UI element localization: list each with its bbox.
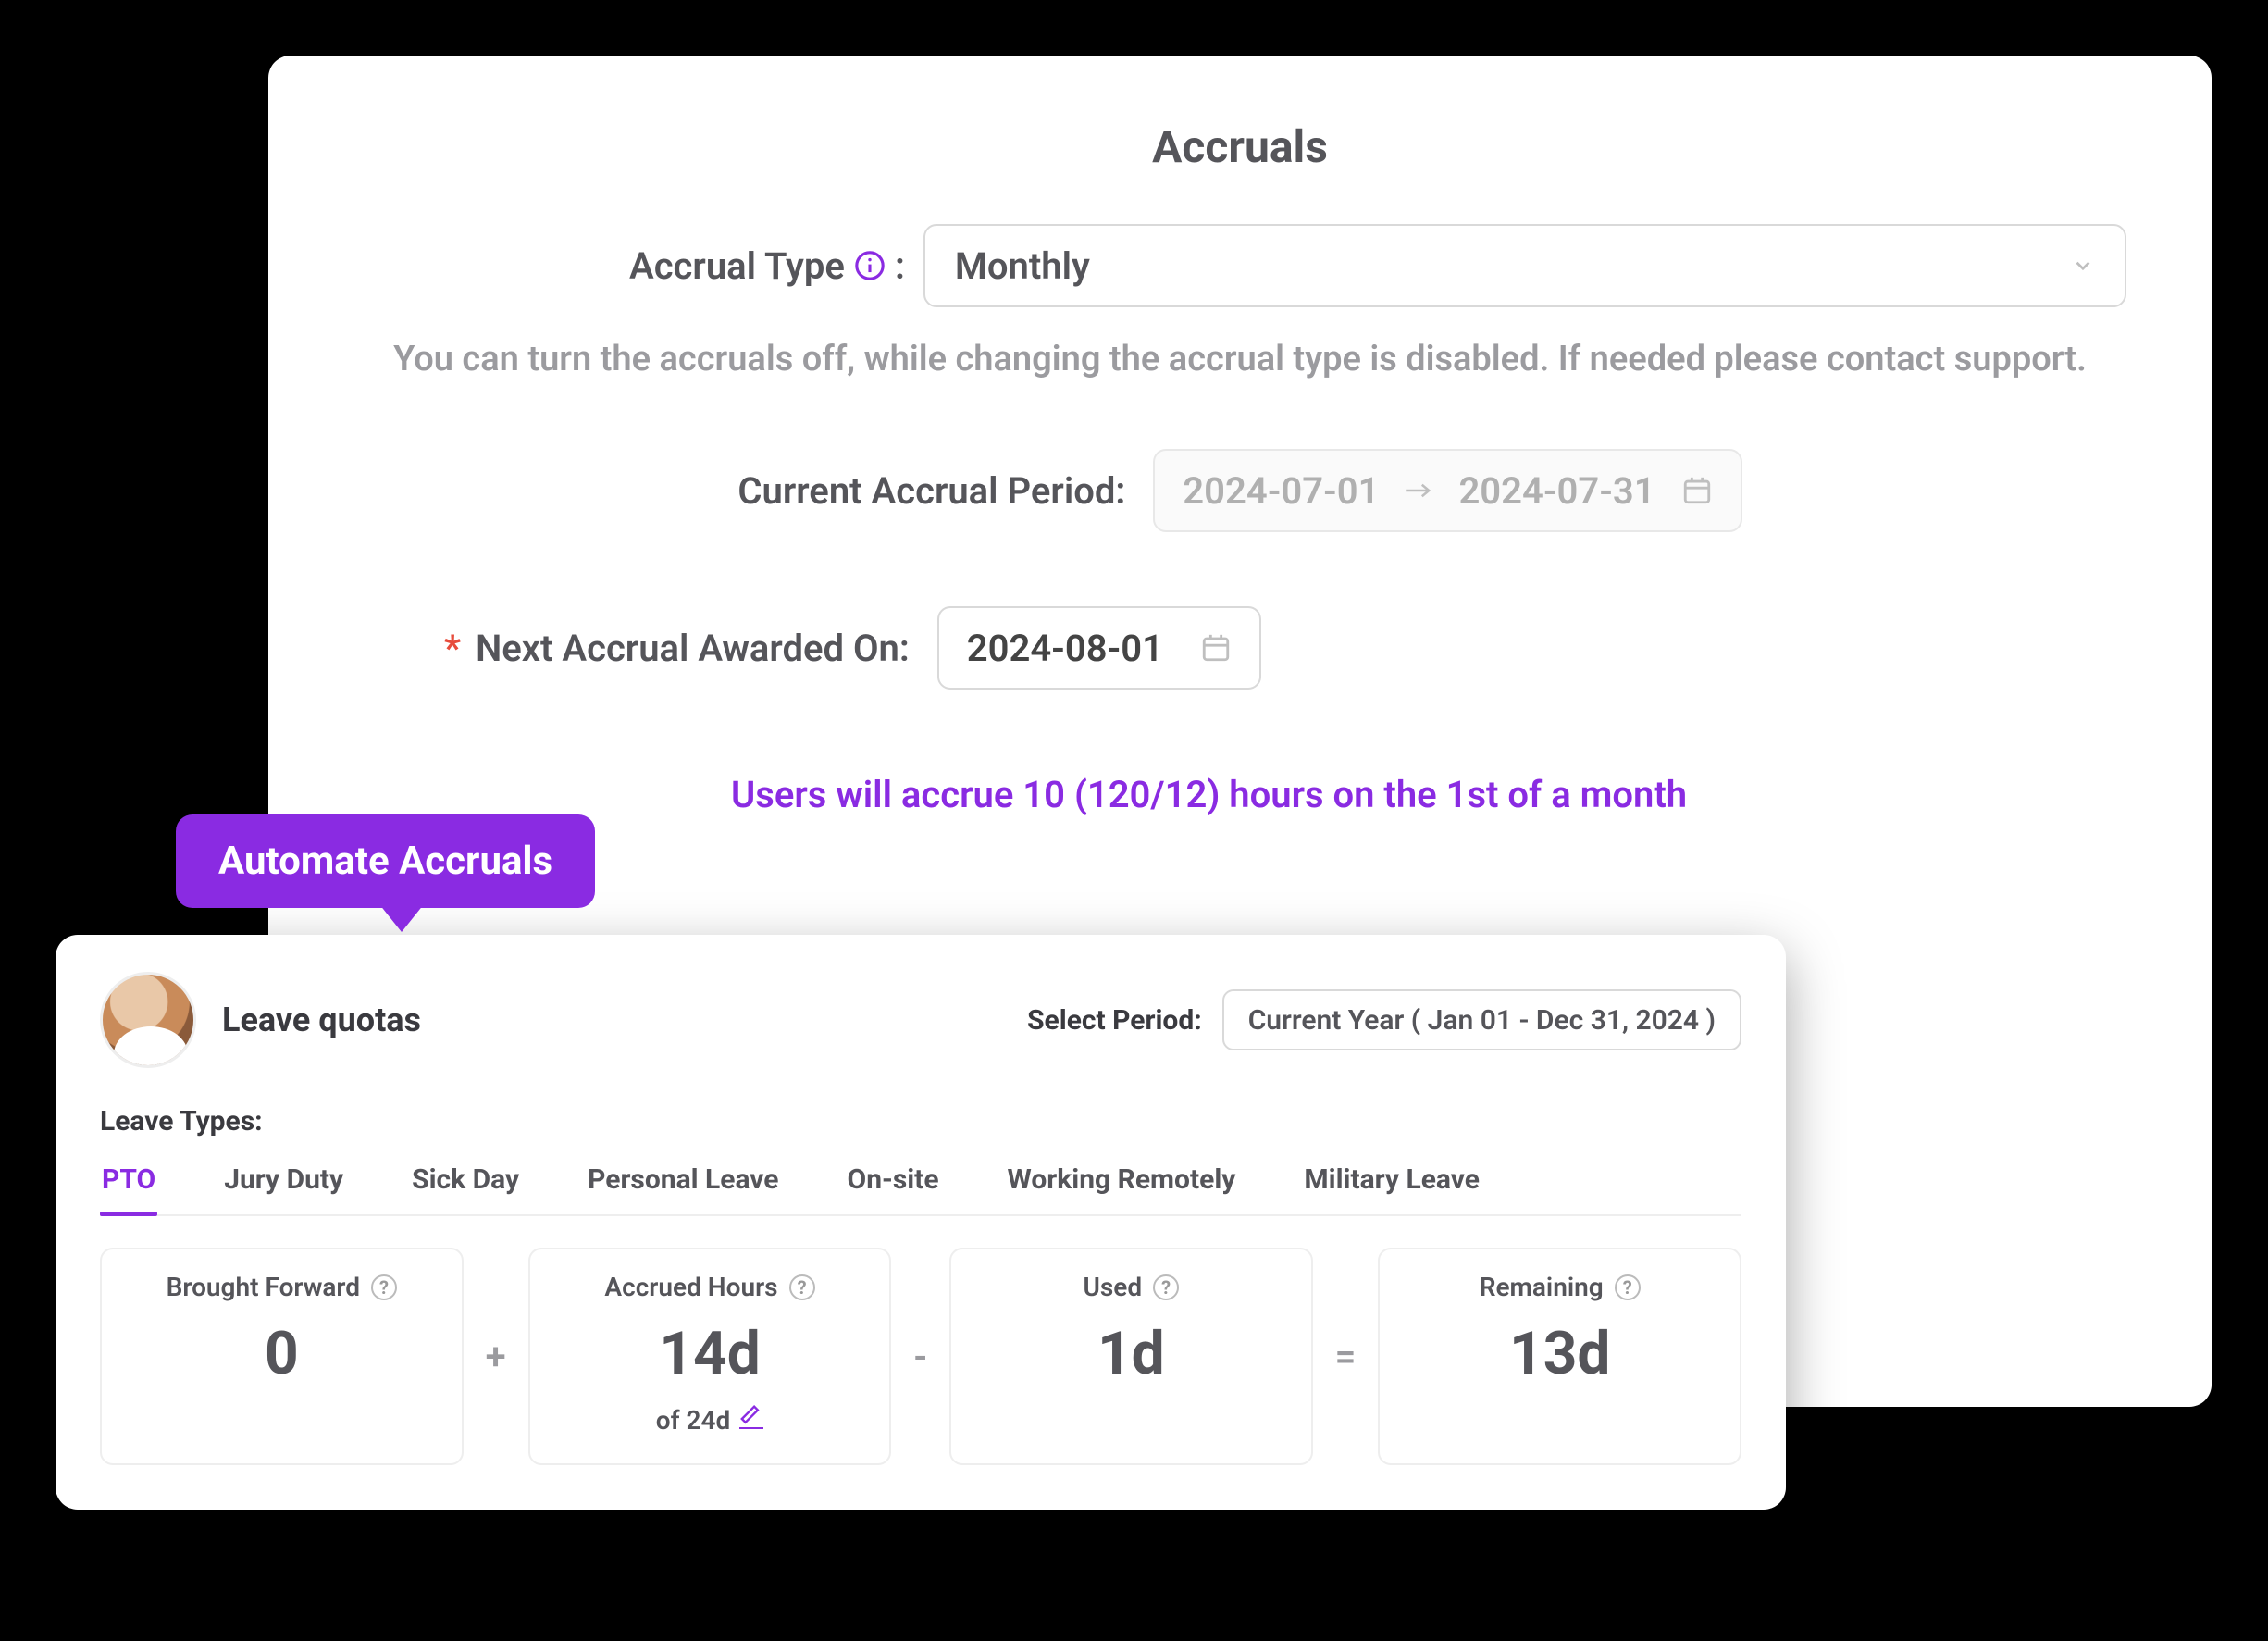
select-period-value: Current Year ( Jan 01 - Dec 31, 2024 ): [1248, 1004, 1716, 1037]
info-icon[interactable]: [854, 250, 886, 281]
next-award-label-text: Next Accrual Awarded On:: [476, 627, 910, 670]
plus-operator: +: [480, 1248, 512, 1465]
stat-bf-value: 0: [265, 1319, 299, 1388]
stats-row: Brought Forward ? 0 + Accrued Hours ? 14…: [100, 1248, 1741, 1465]
accruals-title: Accruals: [342, 120, 2138, 173]
next-award-row: * Next Accrual Awarded On: 2024-08-01: [342, 606, 2138, 690]
arrow-right-icon: [1405, 481, 1432, 500]
tab-pto[interactable]: PTO: [100, 1154, 157, 1214]
colon: :: [895, 244, 905, 288]
equals-operator: =: [1330, 1248, 1362, 1465]
tab-sick-day[interactable]: Sick Day: [410, 1154, 521, 1214]
stat-bf-label: Brought Forward: [167, 1272, 360, 1302]
help-icon[interactable]: ?: [789, 1274, 815, 1300]
quotas-header: Leave quotas Select Period: Current Year…: [100, 972, 1741, 1068]
leave-quotas-title: Leave quotas: [222, 1001, 421, 1039]
leave-type-tabs: PTO Jury Duty Sick Day Personal Leave On…: [100, 1154, 1741, 1216]
tab-jury-duty[interactable]: Jury Duty: [222, 1154, 345, 1214]
current-period-field[interactable]: 2024-07-01 2024-07-31: [1153, 449, 1741, 532]
accrual-type-select[interactable]: Monthly: [923, 224, 2126, 307]
avatar[interactable]: [100, 972, 196, 1068]
stat-used: Used ? 1d: [949, 1248, 1313, 1465]
automate-accruals-tooltip: Automate Accruals: [176, 814, 595, 908]
leave-quotas-card: Leave quotas Select Period: Current Year…: [56, 935, 1786, 1510]
stat-used-label: Used: [1084, 1272, 1143, 1302]
tab-working-remotely[interactable]: Working Remotely: [1006, 1154, 1238, 1214]
select-period-dropdown[interactable]: Current Year ( Jan 01 - Dec 31, 2024 ): [1222, 989, 1741, 1050]
accrual-type-label-text: Accrual Type: [629, 244, 845, 288]
accrual-type-label: Accrual Type :: [629, 244, 905, 288]
current-period-row: Current Accrual Period: 2024-07-01 2024-…: [342, 449, 2138, 532]
period-start: 2024-07-01: [1183, 469, 1379, 513]
stat-brought-forward: Brought Forward ? 0: [100, 1248, 464, 1465]
period-end: 2024-07-31: [1458, 469, 1655, 513]
required-star: *: [444, 627, 461, 670]
stat-accrued-sub-text: of 24d: [656, 1405, 731, 1436]
calendar-icon: [1681, 475, 1713, 506]
stat-accrued-sub: of 24d: [656, 1405, 764, 1436]
minus-operator: -: [908, 1248, 933, 1465]
stat-accrued: Accrued Hours ? 14d of 24d: [528, 1248, 892, 1465]
accrual-note: Users will accrue 10 (120/12) hours on t…: [731, 773, 2138, 816]
calendar-icon: [1200, 632, 1232, 664]
tab-on-site[interactable]: On-site: [846, 1154, 941, 1214]
stat-accrued-label: Accrued Hours: [604, 1272, 777, 1302]
help-icon[interactable]: ?: [1153, 1274, 1179, 1300]
tab-personal-leave[interactable]: Personal Leave: [586, 1154, 780, 1214]
accrual-type-row: Accrual Type : Monthly: [342, 224, 2138, 307]
current-period-label: Current Accrual Period:: [737, 469, 1125, 513]
accrual-help-text: You can turn the accruals off, while cha…: [342, 335, 2138, 384]
stat-remaining-value: 13d: [1509, 1319, 1610, 1388]
stat-remaining: Remaining ? 13d: [1378, 1248, 1741, 1465]
leave-types-label: Leave Types:: [100, 1105, 1741, 1138]
stat-remaining-label: Remaining: [1480, 1272, 1604, 1302]
edit-icon[interactable]: [739, 1405, 763, 1436]
help-icon[interactable]: ?: [371, 1274, 397, 1300]
chevron-down-icon: [2071, 254, 2095, 278]
tab-military-leave[interactable]: Military Leave: [1302, 1154, 1481, 1214]
stat-accrued-value: 14d: [659, 1319, 760, 1388]
next-award-label: * Next Accrual Awarded On:: [444, 627, 910, 670]
stat-used-value: 1d: [1097, 1319, 1165, 1388]
next-award-field[interactable]: 2024-08-01: [937, 606, 1261, 690]
accrual-type-value: Monthly: [955, 244, 1090, 288]
help-icon[interactable]: ?: [1615, 1274, 1641, 1300]
current-period-label-text: Current Accrual Period:: [737, 469, 1125, 513]
next-award-value: 2024-08-01: [967, 627, 1163, 670]
select-period-label: Select Period:: [1027, 1004, 1202, 1037]
